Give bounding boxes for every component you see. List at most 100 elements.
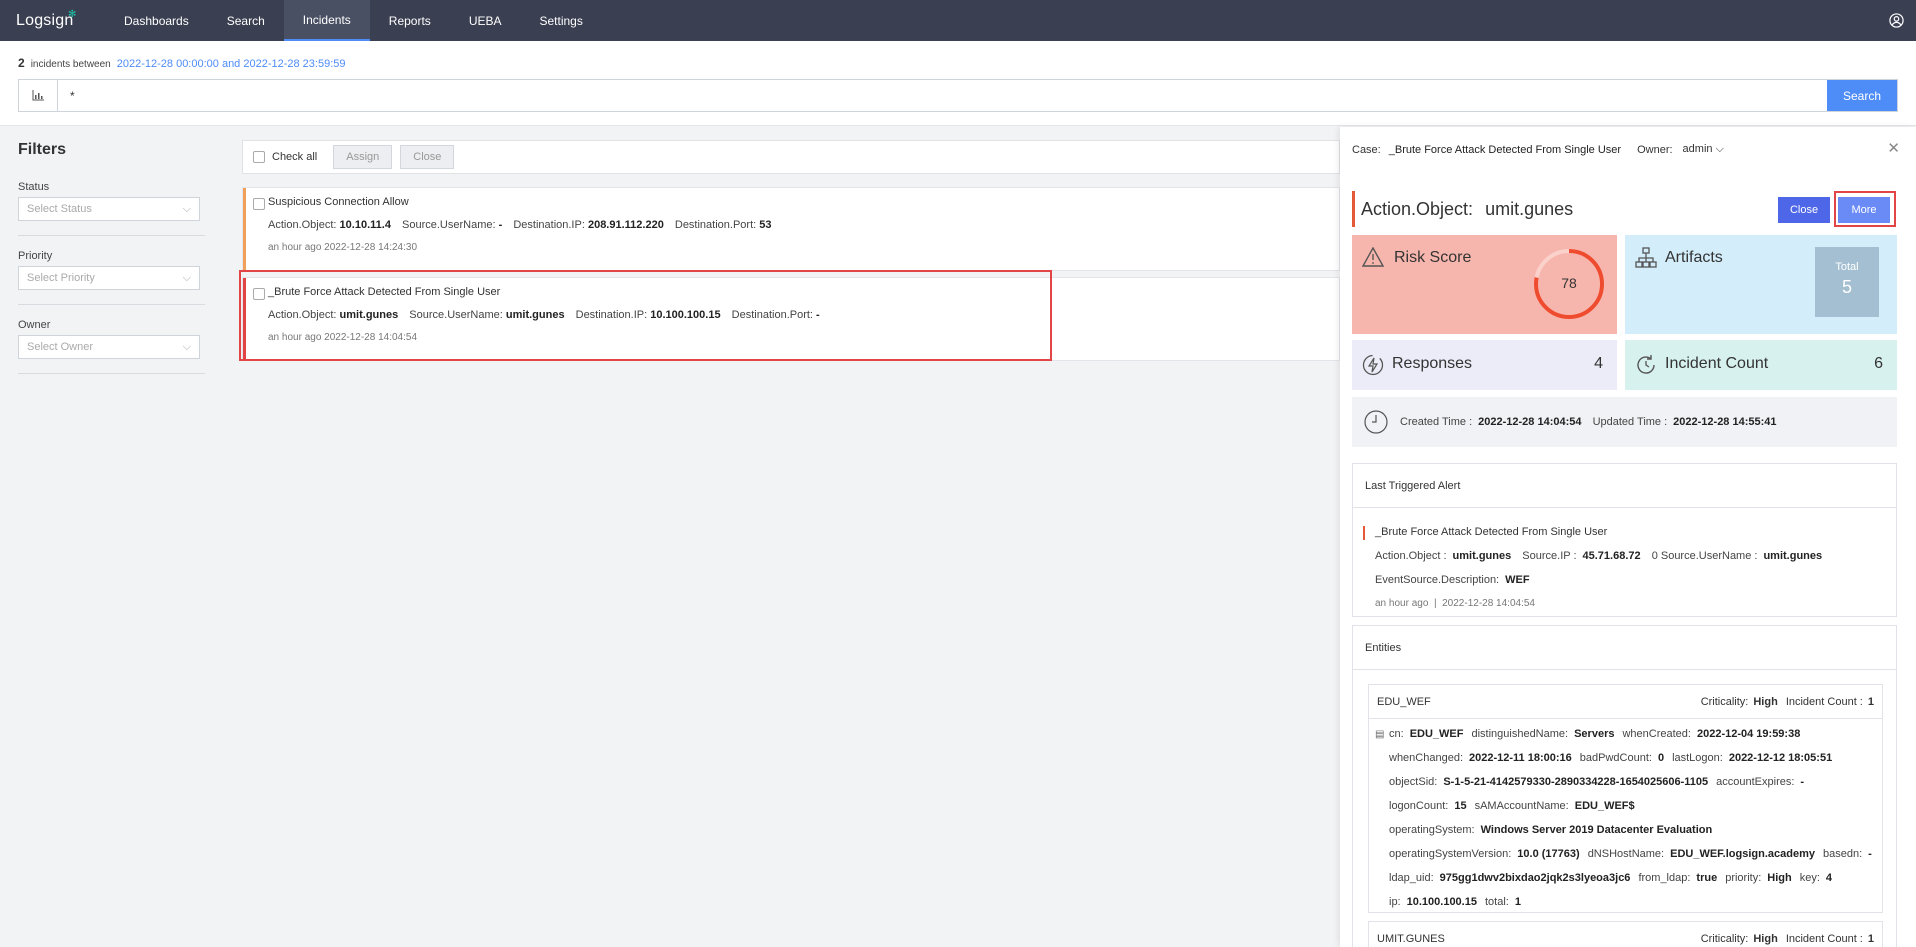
attr-key: key:	[1799, 872, 1820, 884]
filters-sidebar: Filters Status Select Status ⌵ Priority S…	[0, 127, 223, 947]
entity-attr-line: operatingSystem: Windows Server 2019 Data…	[1369, 818, 1882, 842]
warning-icon	[1362, 247, 1384, 267]
artifacts-total-box: Total 5	[1815, 247, 1879, 317]
owner-placeholder: Select Owner	[27, 341, 94, 353]
last-alert-section: Last Triggered Alert _Brute Force Attack…	[1352, 463, 1897, 617]
priority-placeholder: Select Priority	[27, 272, 95, 284]
risk-score-label: Risk Score	[1394, 249, 1472, 266]
incident-row[interactable]: Suspicious Connection Allow Action.Objec…	[242, 187, 1340, 271]
field-value: umit.gunes	[1763, 550, 1823, 562]
field-key: Action.Object :	[1375, 550, 1447, 562]
incident-count-card[interactable]: Incident Count 6	[1625, 340, 1897, 390]
incident-list-area: Check all Assign Close Suspicious Connec…	[223, 127, 1340, 947]
incident-time: an hour ago 2022-12-28 14:24:30	[268, 242, 418, 253]
attr-key: ldap_uid:	[1389, 872, 1434, 884]
attr-key: lastLogon:	[1672, 752, 1723, 764]
entity-meta: Criticality: High Incident Count : 1	[1701, 696, 1874, 708]
alert-title[interactable]: _Brute Force Attack Detected From Single…	[1375, 526, 1607, 538]
lightning-icon	[1362, 354, 1384, 376]
total-value: 5	[1841, 277, 1852, 297]
attr-value: EDU_WEF.logsign.academy	[1670, 848, 1815, 860]
entity-header: EDU_WEF Criticality: High Incident Count :…	[1369, 685, 1882, 719]
chart-button[interactable]	[19, 80, 58, 111]
incident-count-line: 2 incidents between 2022-12-28 00:00:00 an…	[18, 56, 346, 70]
attr-value: 15	[1454, 800, 1467, 812]
attr-key: whenCreated:	[1622, 728, 1691, 740]
criticality-value: High	[1753, 695, 1778, 708]
attr-key: badPwdCount:	[1579, 752, 1652, 764]
nav-reports[interactable]: Reports	[370, 0, 450, 41]
responses-card[interactable]: Responses 4	[1352, 340, 1617, 390]
field-value: umit.gunes	[1452, 550, 1512, 562]
incident-fields: Action.Object: 10.10.11.4 Source.UserNam…	[268, 219, 1329, 231]
object-close-button[interactable]: Close	[1778, 197, 1830, 223]
nav-search[interactable]: Search	[208, 0, 284, 41]
criticality-label: Criticality:	[1700, 932, 1749, 945]
attr-key: logonCount:	[1389, 800, 1449, 812]
selected-incident-highlight	[239, 270, 1052, 361]
owner-filter: Owner Select Owner ⌵	[18, 319, 205, 374]
owner-dropdown[interactable]: admin ⌵	[1683, 143, 1724, 156]
user-icon[interactable]	[1876, 0, 1916, 41]
attr-value: S-1-5-21-4142579330-2890334228-165402560…	[1443, 776, 1709, 788]
attr-value: 4	[1825, 872, 1833, 884]
filters-title: Filters	[18, 141, 67, 158]
attr-value: 1	[1514, 896, 1521, 908]
clock-icon	[1364, 410, 1388, 434]
attr-value: true	[1696, 872, 1718, 884]
nav-ueba[interactable]: UEBA	[450, 0, 521, 41]
last-alert-heading: Last Triggered Alert	[1353, 464, 1896, 508]
owner-select[interactable]: Select Owner ⌵	[18, 335, 200, 359]
alert-timestamp: 2022-12-28 14:04:54	[1442, 598, 1535, 609]
entity-count-value: 1	[1867, 695, 1874, 708]
incident-count-label: Incident Count	[1665, 355, 1769, 372]
attr-value: EDU_WEF	[1409, 728, 1464, 740]
object-label: Action.Object:	[1361, 198, 1474, 219]
total-label: Total	[1835, 261, 1859, 273]
entity-name[interactable]: UMIT.GUNES	[1377, 933, 1445, 945]
nav-settings[interactable]: Settings	[521, 0, 602, 41]
attr-value: High	[1767, 872, 1792, 884]
attr-value: 10.100.100.15	[1406, 896, 1477, 908]
responses-value: 4	[1594, 355, 1603, 372]
alert-ago: an hour ago	[1375, 598, 1429, 609]
entity-name[interactable]: EDU_WEF	[1377, 696, 1431, 708]
close-icon[interactable]: ✕	[1887, 139, 1900, 157]
status-select[interactable]: Select Status ⌵	[18, 197, 200, 221]
owner-name: admin	[1682, 143, 1713, 155]
updated-label: Updated Time :	[1592, 416, 1668, 428]
priority-filter: Priority Select Priority ⌵	[18, 250, 205, 305]
entity-meta: Criticality: High Incident Count : 1	[1701, 933, 1874, 945]
date-range-link[interactable]: 2022-12-28 00:00:00 and 2022-12-28 23:59…	[117, 58, 346, 70]
entity-attr-line: operatingSystemVersion: 10.0 (17763) dNSH…	[1369, 842, 1882, 866]
check-all-checkbox[interactable]	[253, 151, 265, 163]
artifacts-card[interactable]: Artifacts Total 5	[1625, 235, 1897, 334]
priority-select[interactable]: Select Priority ⌵	[18, 266, 200, 290]
logo-text: Logsign	[16, 11, 74, 29]
attr-key: basedn:	[1822, 848, 1863, 860]
entities-heading: Entities	[1353, 626, 1896, 670]
case-label: Case:	[1352, 143, 1381, 156]
assign-button[interactable]: Assign	[333, 145, 393, 169]
nav-dashboards[interactable]: Dashboards	[105, 0, 208, 41]
incident-checkbox[interactable]	[253, 198, 265, 210]
search-bar: Search	[18, 79, 1898, 112]
attr-value: 0	[1657, 752, 1665, 764]
close-button[interactable]: Close	[400, 145, 455, 169]
check-all-label: Check all	[272, 151, 318, 163]
search-button[interactable]: Search	[1827, 80, 1897, 111]
times-line: Created Time : 2022-12-28 14:04:54 Update…	[1400, 416, 1785, 428]
incident-count-value: 6	[1874, 355, 1883, 372]
entity-count-label: Incident Count :	[1785, 932, 1863, 945]
search-input[interactable]	[58, 80, 1827, 111]
field-key: EventSource.Description:	[1375, 574, 1500, 586]
logo[interactable]: Logsign ✻	[0, 0, 105, 41]
logo-dots-icon: ✻	[68, 9, 77, 20]
updated-value: 2022-12-28 14:55:41	[1673, 416, 1777, 428]
attr-value: 10.0 (17763)	[1517, 848, 1580, 860]
incident-title[interactable]: Suspicious Connection Allow	[268, 196, 1329, 208]
attr-key: dNSHostName:	[1587, 848, 1665, 860]
nav-incidents[interactable]: Incidents	[283, 0, 370, 41]
attr-value: Servers	[1574, 728, 1615, 740]
object-value: umit.gunes	[1485, 198, 1574, 219]
